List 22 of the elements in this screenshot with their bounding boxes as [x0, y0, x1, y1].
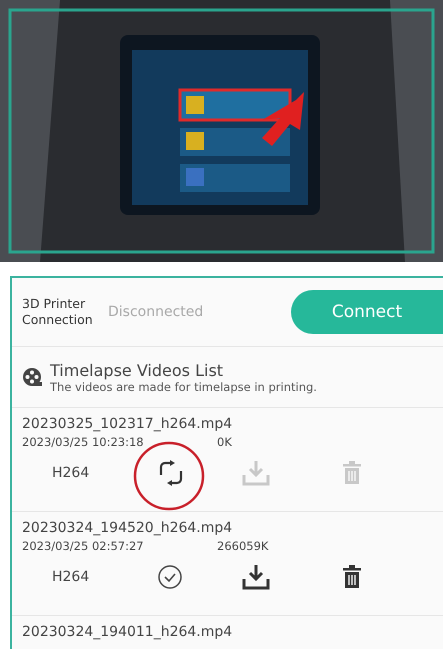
- check-circle-icon: [157, 564, 184, 590]
- file-name: 20230324_194520_h264.mp4: [22, 520, 234, 536]
- file-size: 0K: [217, 435, 232, 449]
- connect-button[interactable]: Connect: [291, 290, 443, 334]
- download-icon: [240, 459, 271, 487]
- trash-icon: [342, 565, 362, 589]
- connection-label: 3D Printer Connection: [22, 296, 94, 328]
- file-date: 2023/03/25 02:57:27: [22, 539, 145, 553]
- section-subtitle: The videos are made for timelapse in printing.: [50, 380, 317, 394]
- codec-label: H264: [51, 465, 90, 481]
- download-button[interactable]: [240, 563, 271, 591]
- delete-button[interactable]: [342, 565, 362, 589]
- connection-status: Disconnected: [108, 304, 204, 320]
- file-name: 20230324_194011_h264.mp4: [22, 624, 234, 640]
- file-size: 266059K: [217, 539, 268, 553]
- film-reel-icon: [22, 367, 42, 387]
- file-date: 2023/03/25 10:23:18: [22, 435, 145, 449]
- codec-label: H264: [51, 569, 90, 585]
- file-name: 20230325_102317_h264.mp4: [22, 416, 234, 432]
- trash-icon: [342, 461, 362, 485]
- section-title: Timelapse Videos List: [50, 360, 224, 380]
- download-icon: [240, 563, 271, 591]
